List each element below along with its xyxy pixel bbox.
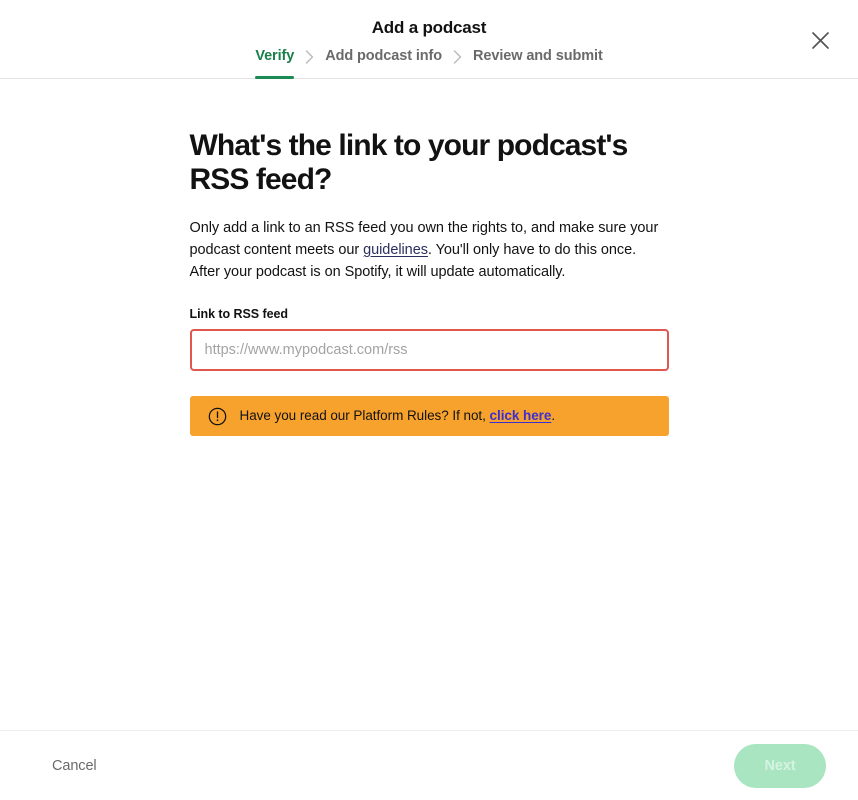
step-review-and-submit-label: Review and submit <box>473 48 603 64</box>
warning-text-after: . <box>551 408 556 423</box>
platform-rules-text: Have you read our Platform Rules? If not… <box>240 407 556 425</box>
exclamation-circle-icon <box>208 407 227 426</box>
warning-text-before: Have you read our Platform Rules? If not… <box>239 408 490 423</box>
form-content: What's the link to your podcast's RSS fe… <box>189 79 669 436</box>
add-podcast-modal: Add a podcast Verify Add podcast info Re… <box>0 0 858 800</box>
platform-rules-banner: Have you read our Platform Rules? If not… <box>189 396 669 436</box>
rss-feed-input[interactable] <box>189 329 669 371</box>
page-title: What's the link to your podcast's RSS fe… <box>189 129 629 196</box>
guidelines-link[interactable]: guidelines <box>363 242 428 258</box>
next-button[interactable]: Next <box>734 743 826 788</box>
step-add-podcast-info[interactable]: Add podcast info <box>325 48 442 79</box>
step-verify[interactable]: Verify <box>255 48 294 79</box>
modal-body: What's the link to your podcast's RSS fe… <box>0 79 858 730</box>
click-here-link[interactable]: click here <box>490 408 552 423</box>
modal-header: Add a podcast Verify Add podcast info Re… <box>0 0 858 79</box>
close-icon <box>811 31 830 50</box>
chevron-right-icon <box>442 48 473 65</box>
description-text: Only add a link to an RSS feed you own t… <box>190 217 669 283</box>
cancel-button[interactable]: Cancel <box>50 752 99 780</box>
chevron-right-icon <box>294 48 325 65</box>
rss-feed-label: Link to RSS feed <box>189 307 289 321</box>
step-review-and-submit[interactable]: Review and submit <box>473 48 603 79</box>
modal-title: Add a podcast <box>371 18 487 37</box>
step-verify-label: Verify <box>255 48 295 64</box>
progress-stepper: Verify Add podcast info Review and submi… <box>0 48 858 79</box>
step-add-podcast-info-label: Add podcast info <box>325 48 443 64</box>
modal-footer: Cancel Next <box>0 730 858 800</box>
